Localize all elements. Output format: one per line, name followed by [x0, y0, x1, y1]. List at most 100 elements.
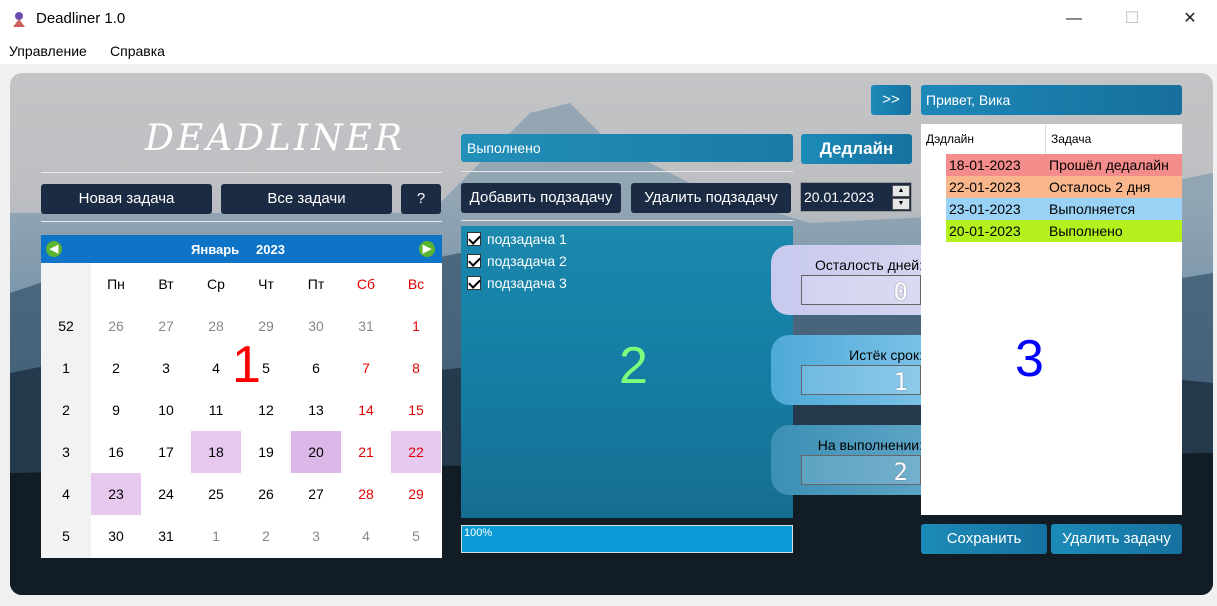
spin-down-icon[interactable]: ▼: [892, 198, 910, 210]
calendar-month[interactable]: Январь: [191, 242, 239, 257]
calendar-day[interactable]: 22: [391, 431, 441, 473]
checkbox-checked-icon[interactable]: [467, 232, 481, 246]
calendar-day[interactable]: 3: [141, 347, 191, 389]
calendar-day[interactable]: 2: [91, 347, 141, 389]
menu-manage[interactable]: Управление: [9, 43, 87, 59]
calendar-day[interactable]: 14: [341, 389, 391, 431]
row-deadline: 23-01-2023: [949, 201, 1021, 217]
menu-bar: Управление Справка: [0, 38, 1217, 64]
add-subtask-button[interactable]: Добавить подзадачу: [461, 183, 621, 213]
weekday-header: Чт: [258, 276, 274, 292]
weekday-header: Ср: [207, 276, 225, 292]
row-deadline: 22-01-2023: [949, 179, 1021, 195]
table-row[interactable]: 18-01-2023 Прошёл дедалайн: [946, 154, 1182, 176]
calendar-day[interactable]: 9: [91, 389, 141, 431]
calendar-day[interactable]: 30: [291, 305, 341, 347]
status-field[interactable]: Выполнено: [461, 134, 793, 162]
table-row[interactable]: 23-01-2023 Выполняется: [946, 198, 1182, 220]
calendar-day[interactable]: 18: [191, 431, 241, 473]
calendar-day[interactable]: 27: [291, 473, 341, 515]
task-table: Дэдлайн Задача 18-01-2023 Прошёл дедалайн…: [921, 124, 1182, 515]
all-tasks-button[interactable]: Все задачи: [221, 184, 392, 214]
calendar-day[interactable]: 7: [341, 347, 391, 389]
calendar-day[interactable]: 28: [341, 473, 391, 515]
checkbox-checked-icon[interactable]: [467, 276, 481, 290]
delete-task-button[interactable]: Удалить задачу: [1051, 524, 1182, 554]
calendar-day[interactable]: 17: [141, 431, 191, 473]
prev-month-icon[interactable]: ◀: [46, 241, 62, 257]
calendar-day[interactable]: 19: [241, 431, 291, 473]
subtask-item[interactable]: подзадача 3: [467, 275, 567, 291]
next-month-icon[interactable]: ▶: [419, 241, 435, 257]
week-number: 2: [62, 402, 70, 418]
region-label-one: 1: [232, 336, 261, 394]
maximize-button[interactable]: ☐: [1120, 8, 1144, 30]
calendar-day[interactable]: 31: [341, 305, 391, 347]
calendar-day[interactable]: 30: [91, 515, 141, 557]
calendar-day[interactable]: 10: [141, 389, 191, 431]
calendar-day[interactable]: 6: [291, 347, 341, 389]
subtask-item[interactable]: подзадача 2: [467, 253, 567, 269]
calendar-day[interactable]: 1: [391, 305, 441, 347]
minimize-button[interactable]: —: [1062, 8, 1086, 30]
calendar-day[interactable]: 1: [191, 515, 241, 557]
lcd-display: 0: [801, 275, 921, 306]
help-button[interactable]: ?: [401, 184, 441, 214]
app-logo-icon: [13, 12, 25, 27]
calendar-day[interactable]: 27: [141, 305, 191, 347]
calendar-day[interactable]: 26: [241, 473, 291, 515]
calendar-day[interactable]: 25: [191, 473, 241, 515]
stat-value: 2: [893, 458, 908, 486]
subtask-item[interactable]: подзадача 1: [467, 231, 567, 247]
calendar-day[interactable]: 13: [291, 389, 341, 431]
calendar-day[interactable]: 20: [291, 431, 341, 473]
week-number: 5: [62, 528, 70, 544]
divider: [461, 220, 793, 221]
row-deadline: 20-01-2023: [949, 223, 1021, 239]
calendar-day[interactable]: 21: [341, 431, 391, 473]
row-task: Прошёл дедалайн: [1049, 157, 1169, 173]
calendar-day[interactable]: 31: [141, 515, 191, 557]
checkbox-checked-icon[interactable]: [467, 254, 481, 268]
week-number: 4: [62, 486, 70, 502]
spin-up-icon[interactable]: ▲: [892, 185, 910, 197]
new-task-button[interactable]: Новая задача: [41, 184, 212, 214]
divider: [41, 172, 442, 173]
column-header-deadline[interactable]: Дэдлайн: [921, 124, 1046, 154]
toggle-panel-button[interactable]: >>: [871, 85, 911, 115]
save-button[interactable]: Сохранить: [921, 524, 1047, 554]
calendar-day[interactable]: 26: [91, 305, 141, 347]
calendar-day[interactable]: 24: [141, 473, 191, 515]
stat-label: Истёк срок:: [849, 347, 923, 363]
stat-label: На выполнении:: [817, 437, 923, 453]
calendar-day[interactable]: 2: [241, 515, 291, 557]
table-row[interactable]: 22-01-2023 Осталось 2 дня: [946, 176, 1182, 198]
calendar-day[interactable]: 12: [241, 389, 291, 431]
table-row[interactable]: 20-01-2023 Выполнено: [946, 220, 1182, 242]
delete-subtask-button[interactable]: Удалить подзадачу: [631, 183, 791, 213]
deadline-date-input[interactable]: 20.01.2023 ▲ ▼: [800, 182, 912, 212]
calendar-day[interactable]: 29: [391, 473, 441, 515]
greeting-label: Привет, Вика: [921, 85, 1182, 115]
calendar-day[interactable]: 15: [391, 389, 441, 431]
window-title: Deadliner 1.0: [36, 10, 126, 27]
stat-label: Осталость дней:: [814, 257, 923, 273]
calendar-day[interactable]: 4: [341, 515, 391, 557]
week-number: 1: [62, 360, 70, 376]
column-header-task[interactable]: Задача: [1046, 124, 1182, 154]
calendar-day[interactable]: 5: [391, 515, 441, 557]
close-button[interactable]: ✕: [1178, 8, 1202, 30]
row-task: Выполняется: [1049, 201, 1136, 217]
calendar-year[interactable]: 2023: [256, 242, 285, 257]
week-number: 52: [58, 318, 74, 334]
calendar-day[interactable]: 11: [191, 389, 241, 431]
deadline-button[interactable]: Дедлайн: [801, 134, 912, 164]
calendar-day[interactable]: 3: [291, 515, 341, 557]
calendar-day[interactable]: 16: [91, 431, 141, 473]
calendar-day[interactable]: 23: [91, 473, 141, 515]
calendar[interactable]: ◀ Январь 2023 ▶ Пн Вт Ср Чт Пт Сб Вс 52 26 27 28 29…: [41, 235, 442, 558]
menu-help[interactable]: Справка: [110, 43, 165, 59]
calendar-day[interactable]: 8: [391, 347, 441, 389]
divider: [41, 221, 442, 222]
main-panel: DEADLINER Новая задача Все задачи ? ◀ Ян…: [10, 73, 1213, 595]
